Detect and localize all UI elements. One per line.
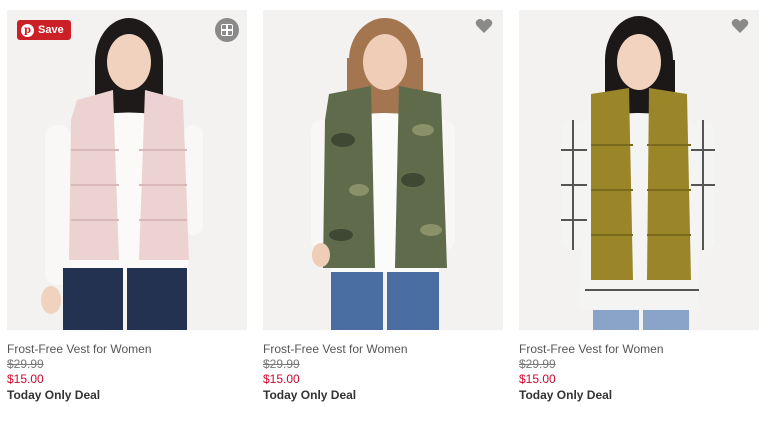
product-card[interactable]: Frost-Free Vest for Women $29.99 $15.00 … xyxy=(519,10,759,403)
pinterest-save-button[interactable]: p Save xyxy=(17,20,71,40)
quick-look-icon[interactable] xyxy=(215,18,239,42)
product-image[interactable]: p Save xyxy=(7,10,247,330)
sale-price: $15.00 xyxy=(263,372,300,386)
product-card[interactable]: Frost-Free Vest for Women $29.99 $15.00 … xyxy=(263,10,503,403)
pinterest-save-label: Save xyxy=(38,24,64,36)
product-name[interactable]: Frost-Free Vest for Women xyxy=(519,342,759,357)
promo-label: Today Only Deal xyxy=(263,388,357,402)
product-card[interactable]: p Save Frost-Free Vest for Women $29.99 … xyxy=(7,10,247,403)
pinterest-icon: p xyxy=(21,23,34,37)
model-photo xyxy=(263,10,503,330)
product-name[interactable]: Frost-Free Vest for Women xyxy=(263,342,503,357)
original-price: $29.99 xyxy=(263,357,300,371)
model-photo xyxy=(7,10,247,330)
sale-price: $15.00 xyxy=(7,372,44,386)
original-price: $29.99 xyxy=(519,357,556,371)
product-name[interactable]: Frost-Free Vest for Women xyxy=(7,342,247,357)
heart-icon[interactable] xyxy=(731,18,749,34)
product-image[interactable] xyxy=(519,10,759,330)
sale-price: $15.00 xyxy=(519,372,556,386)
promo-label: Today Only Deal xyxy=(7,388,101,402)
promo-label: Today Only Deal xyxy=(519,388,613,402)
original-price: $29.99 xyxy=(7,357,44,371)
product-grid: p Save Frost-Free Vest for Women $29.99 … xyxy=(0,0,779,430)
product-image[interactable] xyxy=(263,10,503,330)
heart-icon[interactable] xyxy=(475,18,493,34)
model-photo xyxy=(519,10,759,330)
